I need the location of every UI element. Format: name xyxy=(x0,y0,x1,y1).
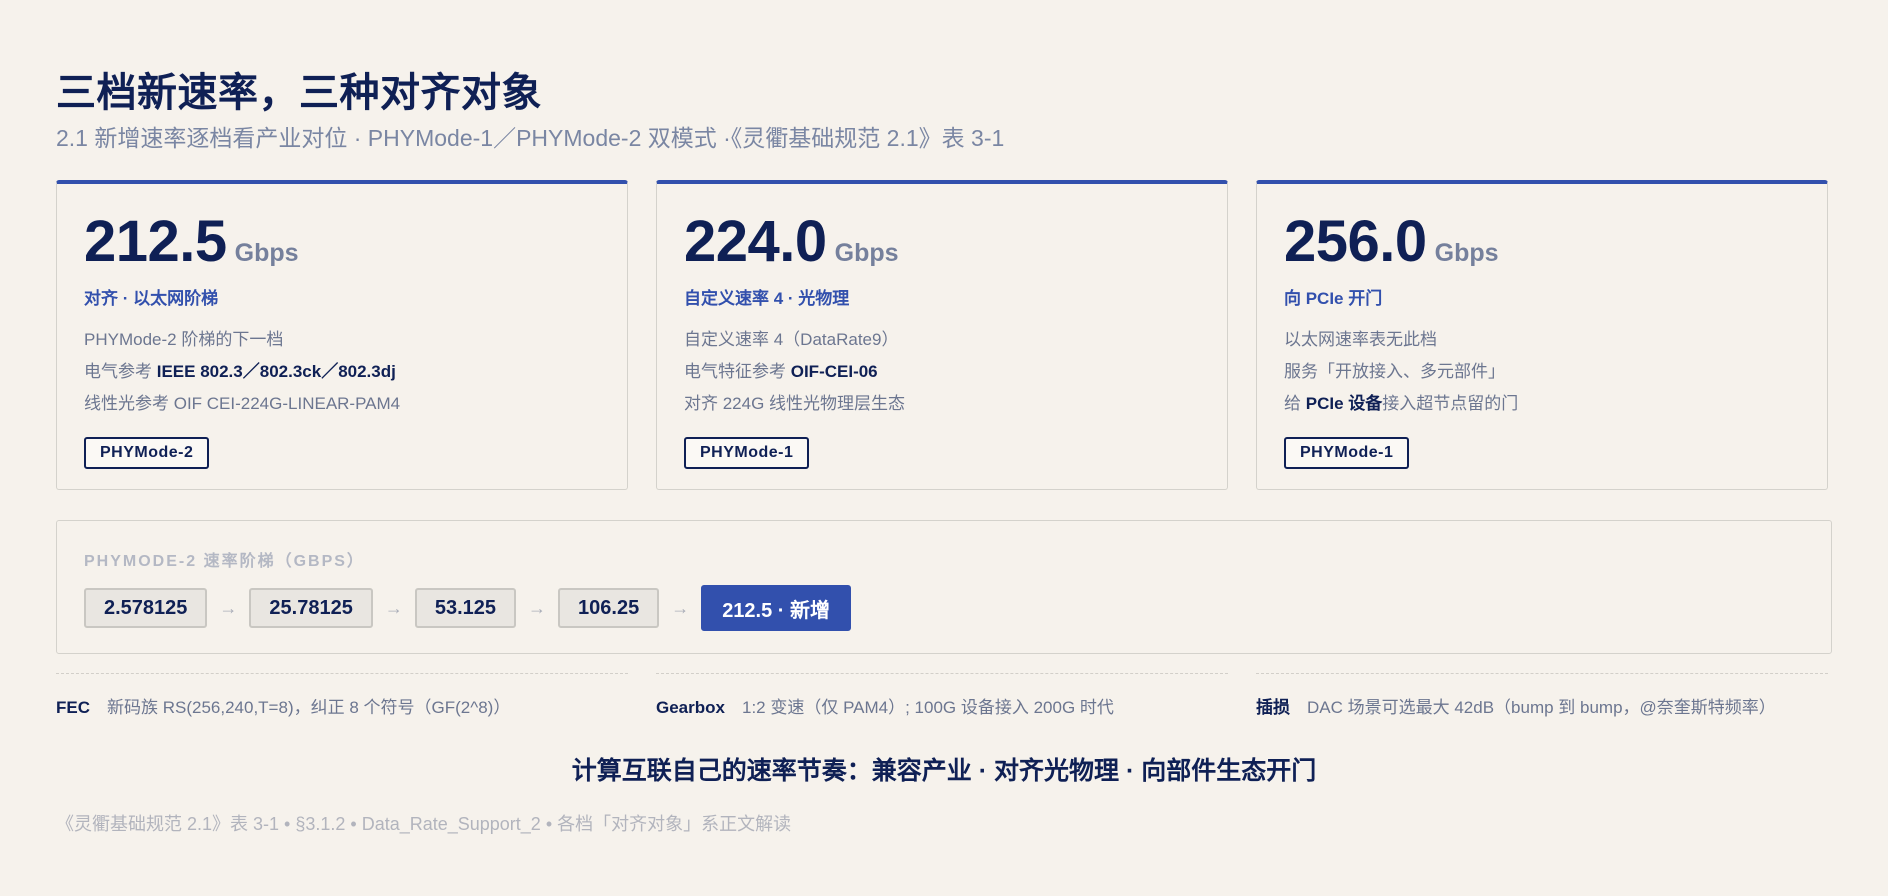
note-text: 新码族 RS(256,240,T=8)，纠正 8 个符号（GF(2^8)） xyxy=(107,698,511,717)
rate-number: 212.5 xyxy=(84,209,227,274)
rate-tag: 自定义速率 4 · 光物理 xyxy=(684,289,850,308)
arrow-right-icon: → xyxy=(219,597,238,618)
desc-text: 电气特征参考 xyxy=(684,362,791,381)
phymode-badge: PHYMode-2 xyxy=(84,437,210,469)
rate-unit: Gbps xyxy=(834,239,899,267)
desc-line: 电气参考 IEEE 802.3／802.3ck／802.3dj xyxy=(84,356,400,388)
ladder-step: 106.25 xyxy=(558,588,660,628)
phymode-badge: PHYMode-1 xyxy=(684,437,810,469)
rate-card-256: 256.0 Gbps 向 PCIe 开门 以太网速率表无此档 服务「开放接入、多元… xyxy=(1256,180,1828,490)
desc-line: PHYMode-2 阶梯的下一档 xyxy=(84,330,284,349)
note-key: Gearbox xyxy=(656,698,725,717)
rate-value: 256.0 Gbps xyxy=(1284,208,1499,275)
arrow-right-icon: → xyxy=(671,597,690,618)
rate-tag: 对齐 · 以太网阶梯 xyxy=(84,289,219,308)
ladder-title: PHYMODE-2 速率阶梯（GBPS） xyxy=(84,553,365,570)
desc-emphasis: IEEE 802.3／802.3ck／802.3dj xyxy=(156,362,396,381)
divider xyxy=(1256,673,1828,674)
divider xyxy=(56,673,628,674)
ladder-step-new: 212.5 · 新增 xyxy=(701,585,852,631)
ladder-step: 2.578125 xyxy=(84,588,208,628)
tagline: 计算互联自己的速率节奏：兼容产业 · 对齐光物理 · 向部件生态开门 xyxy=(571,757,1317,785)
desc-emphasis: OIF-CEI-06 xyxy=(790,362,878,381)
ladder-steps: 2.578125 → 25.78125 → 53.125 → 106.25 → … xyxy=(84,585,852,631)
note-key: FEC xyxy=(56,698,90,717)
desc-line: 线性光参考 OIF CEI-224G-LINEAR-PAM4 xyxy=(84,394,401,413)
rate-value: 212.5 Gbps xyxy=(84,208,299,275)
note-text: 1:2 变速（仅 PAM4）; 100G 设备接入 200G 时代 xyxy=(741,698,1114,717)
rate-card-212: 212.5 Gbps 对齐 · 以太网阶梯 PHYMode-2 阶梯的下一档 电气… xyxy=(56,180,628,490)
rate-unit: Gbps xyxy=(234,239,299,267)
desc-line: 自定义速率 4（DataRate9） xyxy=(684,330,899,349)
divider xyxy=(656,673,1228,674)
desc-text: 给 xyxy=(1284,394,1306,413)
note-fec: FEC 新码族 RS(256,240,T=8)，纠正 8 个符号（GF(2^8)） xyxy=(56,693,510,718)
rate-description: PHYMode-2 阶梯的下一档 电气参考 IEEE 802.3／802.3ck… xyxy=(84,324,400,420)
rate-value: 224.0 Gbps xyxy=(684,208,899,275)
rate-number: 256.0 xyxy=(1284,209,1427,274)
rate-card-224: 224.0 Gbps 自定义速率 4 · 光物理 自定义速率 4（DataRate… xyxy=(656,180,1228,490)
desc-emphasis: PCIe 设备 xyxy=(1305,394,1383,413)
page-subtitle: 2.1 新增速率逐档看产业对位 · PHYMode-1／PHYMode-2 双模… xyxy=(56,125,1005,151)
note-key: 插损 xyxy=(1256,698,1290,717)
arrow-right-icon: → xyxy=(384,597,403,618)
desc-line: 对齐 224G 线性光物理层生态 xyxy=(684,394,906,413)
rate-unit: Gbps xyxy=(1434,239,1499,267)
desc-text: 电气参考 xyxy=(84,362,157,381)
rate-ladder-panel: PHYMODE-2 速率阶梯（GBPS） 2.578125 → 25.78125… xyxy=(56,520,1832,654)
rate-description: 自定义速率 4（DataRate9） 电气特征参考 OIF-CEI-06 对齐 … xyxy=(684,324,905,420)
phymode-badge: PHYMode-1 xyxy=(1284,437,1410,469)
desc-line: 电气特征参考 OIF-CEI-06 xyxy=(684,356,905,388)
note-insertion-loss: 插损 DAC 场景可选最大 42dB（bump 到 bump，@奈奎斯特频率） xyxy=(1256,693,1776,718)
note-gearbox: Gearbox 1:2 变速（仅 PAM4）; 100G 设备接入 200G 时代 xyxy=(656,693,1114,718)
page-title: 三档新速率，三种对齐对象 xyxy=(56,71,542,115)
rate-description: 以太网速率表无此档 服务「开放接入、多元部件」 给 PCIe 设备接入超节点留的… xyxy=(1284,324,1518,420)
ladder-step: 25.78125 xyxy=(249,588,373,628)
page: 三档新速率，三种对齐对象 2.1 新增速率逐档看产业对位 · PHYMode-1… xyxy=(0,0,1888,896)
arrow-right-icon: → xyxy=(528,597,547,618)
note-text: DAC 场景可选最大 42dB（bump 到 bump，@奈奎斯特频率） xyxy=(1307,698,1776,717)
rate-tag: 向 PCIe 开门 xyxy=(1284,289,1383,308)
rate-number: 224.0 xyxy=(684,209,827,274)
desc-line: 服务「开放接入、多元部件」 xyxy=(1284,362,1505,381)
desc-line: 以太网速率表无此档 xyxy=(1284,330,1437,349)
desc-text: 接入超节点留的门 xyxy=(1382,394,1519,413)
ladder-step: 53.125 xyxy=(414,588,517,628)
desc-line: 给 PCIe 设备接入超节点留的门 xyxy=(1284,388,1518,420)
source-footer: 《灵衢基础规范 2.1》表 3-1 • §3.1.2 • Data_Rate_S… xyxy=(56,814,792,834)
